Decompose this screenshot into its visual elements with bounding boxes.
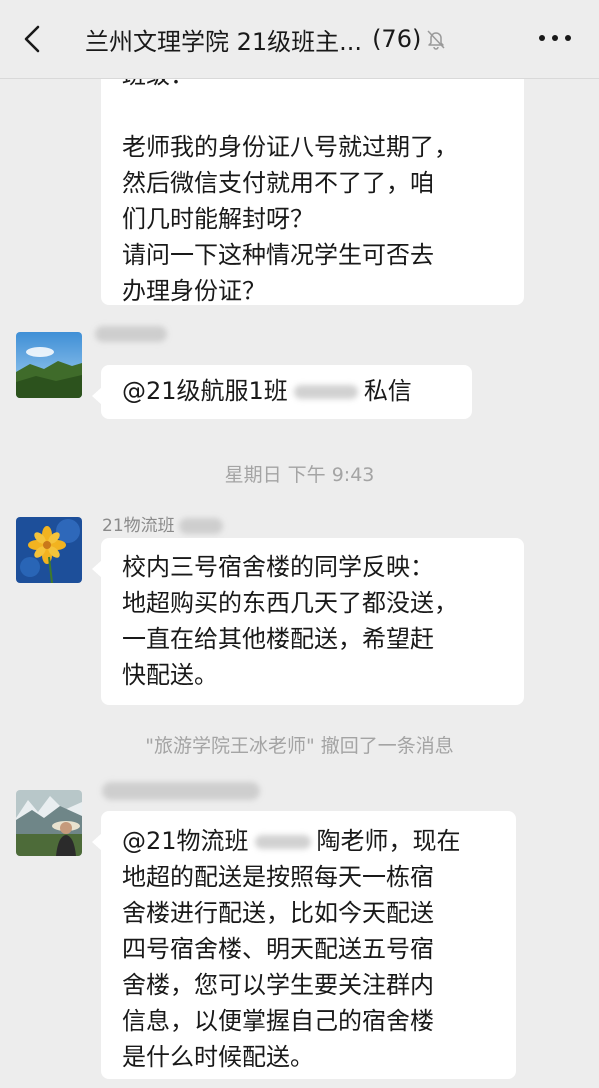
message-line: 请问一下这种情况学生可否去 [122, 241, 434, 269]
message-bubble[interactable]: 班级： 老师我的身份证八号就过期了， 然后微信支付就用不了了，咱 们几时能解封呀… [101, 79, 524, 305]
message-line: @21物流班 陶老师，现在 [122, 823, 496, 859]
message-text: 陶老师，现在 [316, 827, 461, 855]
message-line: 办理身份证？ [122, 277, 266, 305]
message-line [122, 93, 504, 129]
message-line: 然后微信支付就用不了了，咱 [122, 169, 434, 197]
group-name: 兰州文理学院 21级班主... [85, 27, 363, 56]
flower-avatar-icon [16, 517, 82, 583]
message-line: 舍楼，您可以学生要关注群内 [122, 971, 434, 999]
message-line: 老师我的身份证八号就过期了， [122, 133, 458, 161]
landscape-avatar-icon [16, 332, 82, 398]
message-line: 快配送。 [122, 661, 218, 689]
mention-text: @21级航服1班 [122, 377, 288, 405]
sender-name [102, 782, 260, 805]
message-line: @21级航服1班 私信 [122, 373, 452, 409]
message-line: 班级： [122, 79, 504, 93]
avatar[interactable] [16, 332, 82, 398]
chevron-left-icon[interactable] [20, 24, 46, 54]
mention-text: @21物流班 [122, 827, 249, 855]
message-line: 一直在给其他楼配送，希望赶 [122, 625, 434, 653]
message-bubble[interactable]: @21物流班 陶老师，现在 地超的配送是按照每天一栋宿 舍楼进行配送，比如今天配送… [92, 811, 516, 1079]
message-line: 地超的配送是按照每天一栋宿 [122, 863, 434, 891]
person-avatar-icon [16, 790, 82, 856]
message-line: 校内三号宿舍楼的同学反映： [122, 553, 434, 581]
message-line: 四号宿舍楼、明天配送五号宿 [122, 935, 434, 963]
time-separator: 星期日 下午 9:43 [224, 464, 375, 486]
member-count: (76) [372, 25, 422, 53]
recall-notice: "旅游学院王冰老师" 撤回了一条消息 [145, 735, 454, 757]
message-list[interactable]: 班级： 老师我的身份证八号就过期了， 然后微信支付就用不了了，咱 们几时能解封呀… [0, 79, 599, 1088]
message-bubble[interactable]: 校内三号宿舍楼的同学反映： 地超购买的东西几天了都没送， 一直在给其他楼配送，希… [92, 538, 524, 705]
message-line: 是什么时候配送。 [122, 1043, 314, 1071]
sender-name: 21物流班 [102, 511, 223, 536]
sender-name [95, 326, 167, 347]
message-line: 们几时能解封呀？ [122, 205, 314, 233]
avatar[interactable] [16, 790, 82, 856]
message-line: 地超购买的东西几天了都没送， [122, 589, 458, 617]
more-dots-icon[interactable] [535, 30, 575, 46]
bell-off-icon [427, 30, 445, 50]
message-line: 舍楼进行配送，比如今天配送 [122, 899, 434, 927]
message-text: 私信 [363, 377, 412, 405]
message-line: 信息，以便掌握自己的宿舍楼 [122, 1007, 434, 1035]
message-bubble[interactable]: @21级航服1班 私信 [92, 365, 472, 419]
chat-header: 兰州文理学院 21级班主... (76) [0, 0, 599, 79]
avatar[interactable] [16, 517, 82, 583]
chat-title: 兰州文理学院 21级班主... (76) [85, 20, 505, 58]
